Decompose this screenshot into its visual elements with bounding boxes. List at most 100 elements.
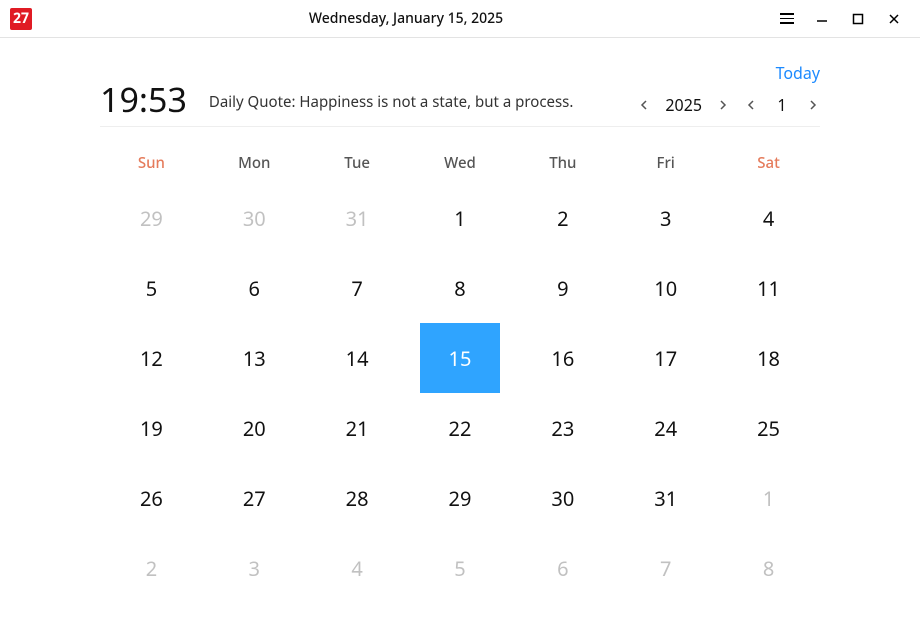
calendar-day-cell[interactable]: 15	[409, 323, 512, 393]
calendar-day-number: 21	[317, 393, 397, 463]
calendar-day-number: 20	[214, 393, 294, 463]
calendar-day-number: 29	[420, 463, 500, 533]
maximize-button[interactable]	[850, 11, 866, 27]
calendar-day-number: 26	[111, 463, 191, 533]
hamburger-menu-icon[interactable]	[780, 13, 794, 24]
calendar-day-cell[interactable]: 30	[511, 463, 614, 533]
minimize-button[interactable]	[814, 11, 830, 27]
calendar-day-cell[interactable]: 31	[614, 463, 717, 533]
calendar-day-number: 6	[523, 533, 603, 603]
calendar-day-cell[interactable]: 1	[409, 183, 512, 253]
today-link[interactable]: Today	[776, 62, 820, 84]
calendar-day-cell[interactable]: 5	[409, 533, 512, 603]
calendar-day-number: 31	[626, 463, 706, 533]
calendar-day-number: 3	[214, 533, 294, 603]
calendar-day-cell[interactable]: 28	[306, 463, 409, 533]
calendar-day-number: 4	[317, 533, 397, 603]
prev-month-button[interactable]	[744, 98, 758, 112]
calendar-day-cell[interactable]: 31	[306, 183, 409, 253]
calendar-day-cell[interactable]: 23	[511, 393, 614, 463]
calendar-day-cell[interactable]: 30	[203, 183, 306, 253]
calendar-day-number: 16	[523, 323, 603, 393]
calendar-day-cell[interactable]: 3	[203, 533, 306, 603]
calendar-day-number: 15	[420, 323, 500, 393]
calendar-day-cell[interactable]: 24	[614, 393, 717, 463]
calendar-day-cell[interactable]: 2	[511, 183, 614, 253]
calendar-day-cell[interactable]: 4	[717, 183, 820, 253]
calendar-day-number: 7	[626, 533, 706, 603]
weekday-header: Sun	[100, 153, 203, 173]
calendar-day-cell[interactable]: 18	[717, 323, 820, 393]
calendar-day-number: 12	[111, 323, 191, 393]
calendar-day-cell[interactable]: 8	[409, 253, 512, 323]
calendar-day-number: 5	[420, 533, 500, 603]
calendar-day-cell[interactable]: 5	[100, 253, 203, 323]
year-label: 2025	[665, 94, 702, 116]
calendar-day-number: 18	[729, 323, 809, 393]
calendar-day-number: 19	[111, 393, 191, 463]
app-icon: 27	[10, 8, 32, 30]
calendar-day-cell[interactable]: 29	[409, 463, 512, 533]
weekday-header: Sat	[717, 153, 820, 173]
calendar-day-cell[interactable]: 8	[717, 533, 820, 603]
calendar-day-cell[interactable]: 3	[614, 183, 717, 253]
calendar-day-cell[interactable]: 6	[511, 533, 614, 603]
calendar-day-number: 1	[729, 463, 809, 533]
calendar-day-cell[interactable]: 7	[614, 533, 717, 603]
calendar-day-number: 1	[420, 183, 500, 253]
calendar-day-cell[interactable]: 22	[409, 393, 512, 463]
calendar-day-cell[interactable]: 12	[100, 323, 203, 393]
calendar-day-cell[interactable]: 19	[100, 393, 203, 463]
calendar-day-cell[interactable]: 1	[717, 463, 820, 533]
calendar-day-cell[interactable]: 16	[511, 323, 614, 393]
calendar-day-cell[interactable]: 25	[717, 393, 820, 463]
calendar-day-cell[interactable]: 13	[203, 323, 306, 393]
calendar-day-cell[interactable]: 17	[614, 323, 717, 393]
calendar-day-number: 8	[729, 533, 809, 603]
weekday-row: SunMonTueWedThuFriSat	[100, 127, 820, 183]
calendar-day-number: 14	[317, 323, 397, 393]
close-button[interactable]	[886, 11, 902, 27]
weekday-header: Thu	[511, 153, 614, 173]
calendar-day-number: 10	[626, 253, 706, 323]
titlebar: 27 Wednesday, January 15, 2025	[0, 0, 920, 38]
calendar-day-number: 30	[523, 463, 603, 533]
calendar-day-cell[interactable]: 4	[306, 533, 409, 603]
calendar-day-number: 24	[626, 393, 706, 463]
calendar-day-number: 8	[420, 253, 500, 323]
weekday-header: Tue	[306, 153, 409, 173]
calendar-day-cell[interactable]: 11	[717, 253, 820, 323]
calendar-day-number: 29	[111, 183, 191, 253]
weekday-header: Fri	[614, 153, 717, 173]
calendar-day-cell[interactable]: 21	[306, 393, 409, 463]
calendar-day-cell[interactable]: 6	[203, 253, 306, 323]
calendar-day-number: 11	[729, 253, 809, 323]
calendar-day-cell[interactable]: 14	[306, 323, 409, 393]
calendar-day-number: 7	[317, 253, 397, 323]
header-right: Today 2025 1	[637, 62, 820, 116]
weekday-header: Mon	[203, 153, 306, 173]
calendar-day-number: 22	[420, 393, 500, 463]
next-year-button[interactable]	[716, 98, 730, 112]
calendar-day-cell[interactable]: 2	[100, 533, 203, 603]
calendar-day-number: 13	[214, 323, 294, 393]
calendar-day-number: 2	[523, 183, 603, 253]
calendar-day-cell[interactable]: 10	[614, 253, 717, 323]
next-month-button[interactable]	[806, 98, 820, 112]
calendar-day-number: 6	[214, 253, 294, 323]
calendar-day-number: 25	[729, 393, 809, 463]
calendar-day-number: 5	[111, 253, 191, 323]
calendar-day-cell[interactable]: 9	[511, 253, 614, 323]
window-title: Wednesday, January 15, 2025	[32, 9, 780, 28]
year-month-nav: 2025 1	[637, 94, 820, 116]
prev-year-button[interactable]	[637, 98, 651, 112]
calendar-day-cell[interactable]: 27	[203, 463, 306, 533]
calendar-day-cell[interactable]: 7	[306, 253, 409, 323]
calendar-day-number: 28	[317, 463, 397, 533]
calendar-day-cell[interactable]: 20	[203, 393, 306, 463]
header: 19:53 Daily Quote: Happiness is not a st…	[100, 38, 820, 127]
app-window: 27 Wednesday, January 15, 2025 19:53 Dai…	[0, 0, 920, 630]
calendar-day-cell[interactable]: 26	[100, 463, 203, 533]
calendar-day-number: 2	[111, 533, 191, 603]
calendar-day-cell[interactable]: 29	[100, 183, 203, 253]
